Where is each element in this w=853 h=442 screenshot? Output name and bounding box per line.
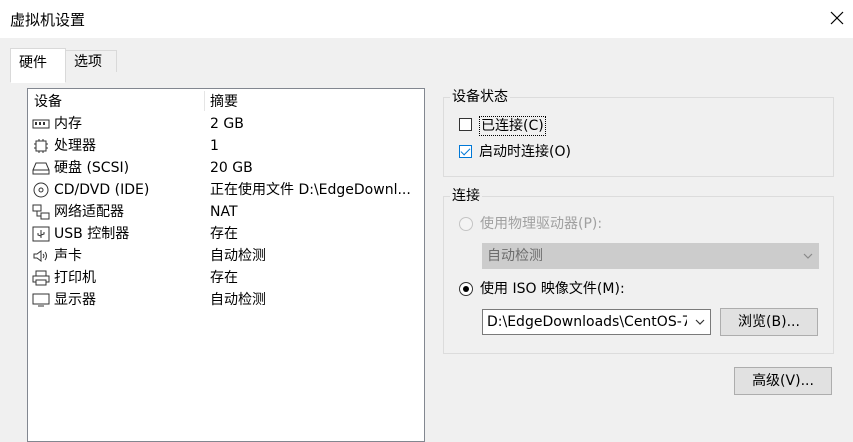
table-row[interactable]: 显示器 自动检测 — [28, 289, 424, 311]
table-row[interactable]: 处理器 1 — [28, 135, 424, 157]
network-adapter-icon — [32, 204, 50, 220]
iso-image-radio[interactable] — [459, 282, 473, 296]
usb-icon — [32, 226, 50, 242]
chevron-down-icon — [803, 253, 813, 259]
device-name: USB 控制器 — [54, 226, 130, 242]
table-row[interactable]: 网络适配器 NAT — [28, 201, 424, 223]
browse-button[interactable]: 浏览(B)... — [720, 308, 818, 336]
summary-column-header[interactable]: 摘要 — [210, 91, 238, 113]
advanced-button-label: 高级(V)... — [752, 373, 814, 389]
iso-path-value: D:\EdgeDownloads\CentOS-7-› — [487, 314, 687, 330]
title-bar: 虚拟机设置 — [0, 0, 853, 38]
device-name: 硬盘 (SCSI) — [54, 160, 130, 176]
table-row[interactable]: CD/DVD (IDE) 正在使用文件 D:\EdgeDownl... — [28, 179, 424, 201]
device-summary: 自动检测 — [210, 292, 266, 308]
tab-options[interactable]: 选项 — [65, 50, 117, 74]
tab-options-label: 选项 — [74, 54, 102, 70]
chevron-down-icon[interactable] — [694, 317, 706, 327]
device-name: 网络适配器 — [54, 204, 124, 220]
processor-icon — [34, 139, 48, 153]
device-summary: 正在使用文件 D:\EdgeDownl... — [210, 182, 411, 198]
table-row[interactable]: 声卡 自动检测 — [28, 245, 424, 267]
advanced-button[interactable]: 高级(V)... — [734, 367, 832, 395]
table-row[interactable]: 内存 2 GB — [28, 113, 424, 135]
device-summary: NAT — [210, 204, 238, 220]
device-name: 声卡 — [54, 248, 82, 264]
device-summary: 存在 — [210, 270, 238, 286]
display-icon — [32, 293, 50, 307]
table-row[interactable]: USB 控制器 存在 — [28, 223, 424, 245]
hard-disk-icon — [32, 162, 50, 175]
column-divider[interactable] — [204, 91, 205, 111]
device-name: 处理器 — [54, 138, 96, 154]
connect-at-power-on-checkbox[interactable] — [459, 145, 472, 158]
device-column-header[interactable]: 设备 — [34, 91, 62, 113]
device-summary: 1 — [210, 138, 219, 154]
iso-image-label[interactable]: 使用 ISO 映像文件(M): — [480, 280, 625, 298]
connected-label[interactable]: 已连接(C) — [479, 116, 546, 136]
iso-path-combo[interactable]: D:\EdgeDownloads\CentOS-7-› — [482, 309, 711, 335]
close-icon[interactable] — [828, 9, 846, 27]
device-name: 内存 — [54, 116, 82, 132]
physical-drive-radio[interactable] — [459, 217, 473, 231]
table-row[interactable]: 硬盘 (SCSI) 20 GB — [28, 157, 424, 179]
tab-hardware[interactable]: 硬件 — [10, 48, 66, 83]
device-summary: 20 GB — [210, 160, 253, 176]
tab-strip: 硬件 选项 — [0, 38, 853, 83]
connected-checkbox[interactable] — [459, 118, 472, 131]
table-row[interactable]: 打印机 存在 — [28, 267, 424, 289]
physical-drive-label[interactable]: 使用物理驱动器(P): — [480, 215, 602, 233]
browse-button-label: 浏览(B)... — [738, 314, 800, 330]
tab-hardware-label: 硬件 — [19, 55, 47, 71]
printer-icon — [32, 270, 50, 286]
physical-drive-select[interactable]: 自动检测 — [482, 243, 819, 269]
device-list[interactable]: 设备 摘要 内存 2 GB 处理器 1 硬盘 (SCSI) 20 GB CD/D… — [27, 88, 425, 442]
connection-title: 连接 — [450, 187, 482, 205]
device-summary: 2 GB — [210, 116, 244, 132]
device-name: CD/DVD (IDE) — [54, 182, 150, 198]
device-name: 打印机 — [54, 270, 96, 286]
device-name: 显示器 — [54, 292, 96, 308]
device-status-group — [443, 97, 834, 177]
memory-icon — [32, 119, 50, 129]
cd-dvd-icon — [33, 182, 49, 198]
connect-at-power-on-label[interactable]: 启动时连接(O) — [479, 143, 571, 161]
device-summary: 存在 — [210, 226, 238, 242]
physical-drive-value: 自动检测 — [487, 248, 543, 264]
device-status-title: 设备状态 — [450, 88, 510, 106]
window-title: 虚拟机设置 — [10, 11, 86, 29]
device-summary: 自动检测 — [210, 248, 266, 264]
speaker-icon — [33, 250, 47, 262]
